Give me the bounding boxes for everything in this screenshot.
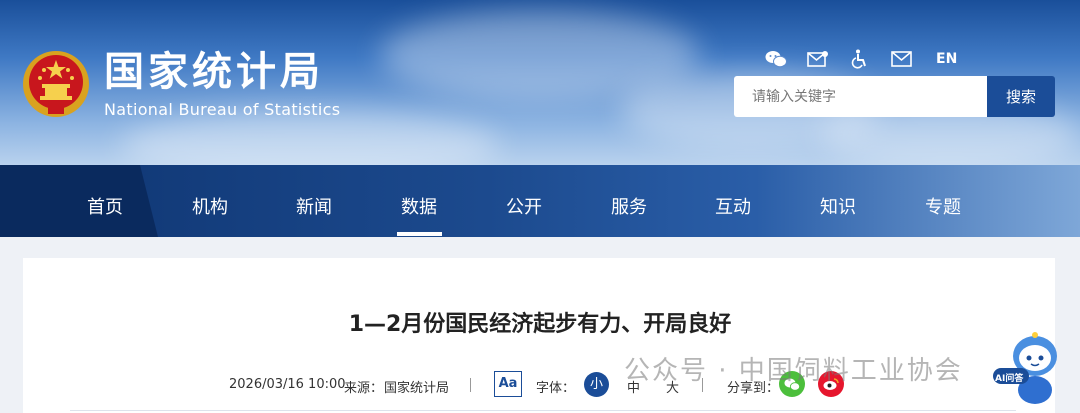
article-title: 1—2月份国民经济起步有力、开局良好 xyxy=(348,312,732,337)
meta-bottom-divider xyxy=(70,410,1016,411)
main-nav: 首页 机构 新闻 数据 公开 服务 互动 知识 专题 xyxy=(0,165,1080,237)
nav-item-topics[interactable]: 专题 xyxy=(908,165,978,237)
nav-item-interaction[interactable]: 互动 xyxy=(698,165,768,237)
site-title-en: National Bureau of Statistics xyxy=(104,99,341,119)
ai-assistant-label: AI问答 xyxy=(995,374,1024,384)
wechat-watermark: 公众号 · 中国饲料工业协会 xyxy=(624,356,963,386)
meta-divider xyxy=(470,378,471,392)
accessibility-icon[interactable] xyxy=(848,48,872,70)
search-input[interactable] xyxy=(734,76,987,117)
national-emblem-icon xyxy=(23,51,89,117)
font-size-label: 字体： xyxy=(536,381,576,396)
article-date: 2026/03/16 10:00 xyxy=(229,377,346,392)
wechat-icon[interactable] xyxy=(764,48,788,70)
ai-assistant-button[interactable]: AI问答 xyxy=(990,328,1072,413)
nav-item-institutions[interactable]: 机构 xyxy=(175,165,245,237)
nav-active-indicator xyxy=(397,232,442,236)
site-header: 国家统计局 National Bureau of Statistics EN 搜… xyxy=(0,0,1080,165)
source-label: 来源： xyxy=(344,381,384,396)
nav-item-disclosure[interactable]: 公开 xyxy=(489,165,559,237)
top-utility-bar: EN xyxy=(764,48,957,70)
mail-icon[interactable] xyxy=(806,48,830,70)
font-toggle-button[interactable]: Aa xyxy=(494,371,522,397)
nav-item-home[interactable]: 首页 xyxy=(70,165,140,237)
nav-item-services[interactable]: 服务 xyxy=(594,165,664,237)
search-button[interactable]: 搜索 xyxy=(987,76,1055,117)
envelope-icon[interactable] xyxy=(890,48,914,70)
site-logo[interactable]: 国家统计局 National Bureau of Statistics xyxy=(22,48,340,120)
nav-item-data[interactable]: 数据 xyxy=(384,165,454,237)
language-en-link[interactable]: EN xyxy=(936,51,957,67)
font-size-small-button[interactable]: 小 xyxy=(584,372,609,397)
site-title-cn: 国家统计局 xyxy=(104,48,324,95)
nav-item-news[interactable]: 新闻 xyxy=(279,165,349,237)
nav-item-knowledge[interactable]: 知识 xyxy=(803,165,873,237)
article-source: 国家统计局 xyxy=(384,381,450,396)
